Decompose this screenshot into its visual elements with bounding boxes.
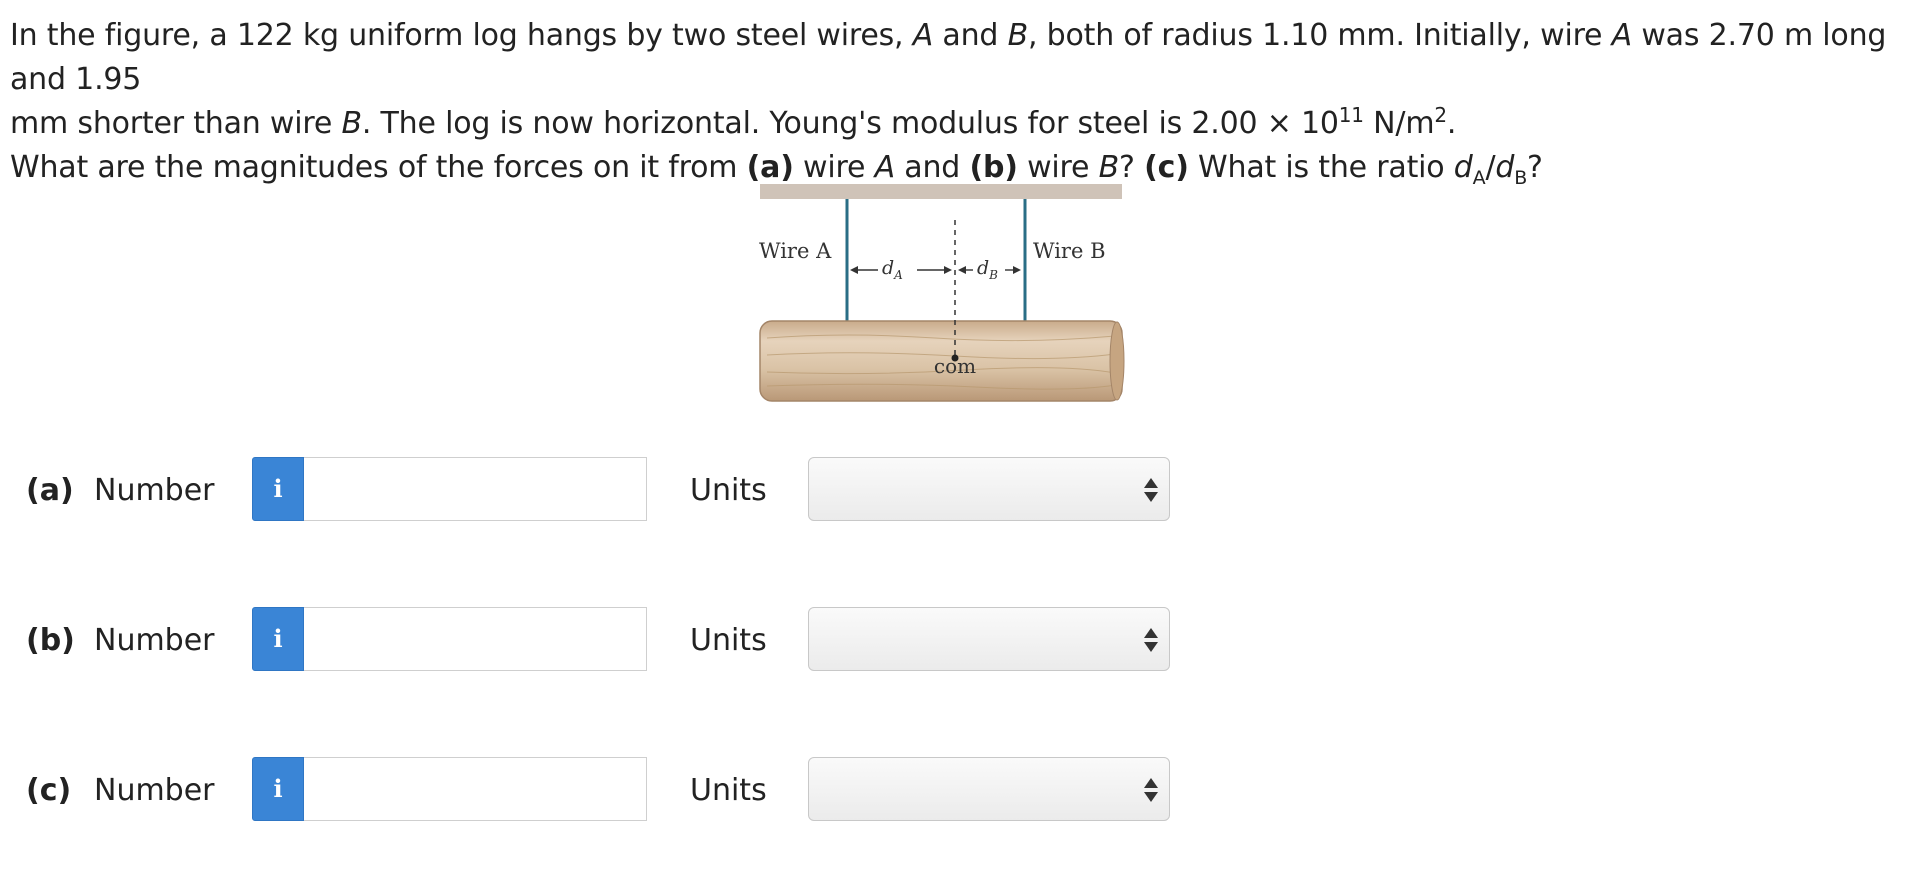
units-select[interactable] xyxy=(808,607,1170,671)
number-input[interactable] xyxy=(304,607,647,671)
db-label: dB xyxy=(977,257,998,282)
log-figure: Wire A Wire B dA dB com xyxy=(755,180,1125,405)
wire-a-label: Wire A xyxy=(759,239,832,263)
units-select[interactable] xyxy=(808,457,1170,521)
units-label: Units xyxy=(690,473,767,508)
log-figure-svg: Wire A Wire B dA dB com xyxy=(759,184,1125,402)
answer-row-a: (a) Number i Units xyxy=(0,457,1912,523)
number-label: Number xyxy=(94,473,215,508)
up-down-arrow-icon xyxy=(1144,478,1158,502)
part-label: (c) xyxy=(26,773,72,808)
part-label: (a) xyxy=(26,473,74,508)
number-input[interactable] xyxy=(304,457,647,521)
info-icon[interactable]: i xyxy=(252,607,304,671)
up-down-arrow-icon xyxy=(1144,628,1158,652)
wire-b-label: Wire B xyxy=(1033,239,1106,263)
units-select[interactable] xyxy=(808,757,1170,821)
question-line-2: mm shorter than wire B. The log is now h… xyxy=(10,103,1457,141)
question-text: In the figure, a 122 kg uniform log hang… xyxy=(10,14,1890,190)
answer-row-b: (b) Number i Units xyxy=(0,607,1912,673)
part-label: (b) xyxy=(26,623,75,658)
units-label: Units xyxy=(690,623,767,658)
question-line-1: In the figure, a 122 kg uniform log hang… xyxy=(10,18,1887,97)
info-icon[interactable]: i xyxy=(252,457,304,521)
up-down-arrow-icon xyxy=(1144,778,1158,802)
com-label: com xyxy=(934,354,976,378)
number-label: Number xyxy=(94,623,215,658)
answer-row-c: (c) Number i Units xyxy=(0,757,1912,823)
number-input[interactable] xyxy=(304,757,647,821)
info-icon[interactable]: i xyxy=(252,757,304,821)
number-label: Number xyxy=(94,773,215,808)
ceiling xyxy=(760,184,1122,199)
da-label: dA xyxy=(882,257,903,282)
units-label: Units xyxy=(690,773,767,808)
